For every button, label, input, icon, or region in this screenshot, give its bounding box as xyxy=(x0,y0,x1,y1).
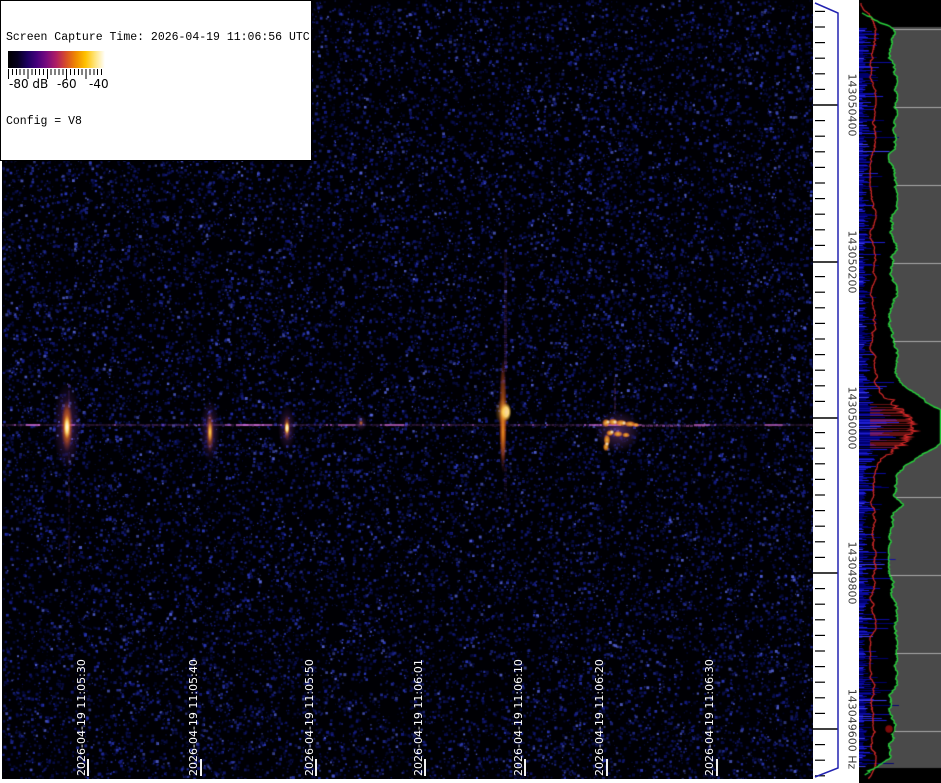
frequency-label: 143050400 xyxy=(846,74,859,137)
time-tick xyxy=(315,759,317,776)
time-tick xyxy=(524,759,526,776)
time-tick xyxy=(716,759,718,776)
spectrum-side-panel xyxy=(859,0,941,783)
time-label: 2026-04-19 11:06:30 xyxy=(703,659,716,776)
frequency-label: 143049600 Hz xyxy=(846,689,859,770)
db-label-min: -80 dB xyxy=(9,78,48,91)
time-label: 2026-04-19 11:06:20 xyxy=(593,659,606,776)
capture-time-text: Screen Capture Time: 2026-04-19 11:06:56… xyxy=(6,31,306,45)
color-gradient-bar xyxy=(8,51,105,68)
time-tick xyxy=(87,759,89,776)
db-label-max: -40 xyxy=(89,78,109,91)
time-label: 2026-04-19 11:05:40 xyxy=(187,659,200,776)
time-tick xyxy=(606,759,608,776)
color-scale-legend: -80 dB -60 -40 xyxy=(5,49,108,94)
time-tick xyxy=(200,759,202,776)
frequency-label: 143050000 xyxy=(846,387,859,450)
db-label-mid: -60 xyxy=(57,78,77,91)
config-text: Config = V8 xyxy=(6,115,306,129)
time-tick xyxy=(424,759,426,776)
frequency-label: 143049800 xyxy=(846,542,859,605)
frequency-label: 143050200 xyxy=(846,231,859,294)
spectrum-lab-screen-capture: 2026-04-19 11:05:302026-04-19 11:05:4020… xyxy=(0,0,941,783)
